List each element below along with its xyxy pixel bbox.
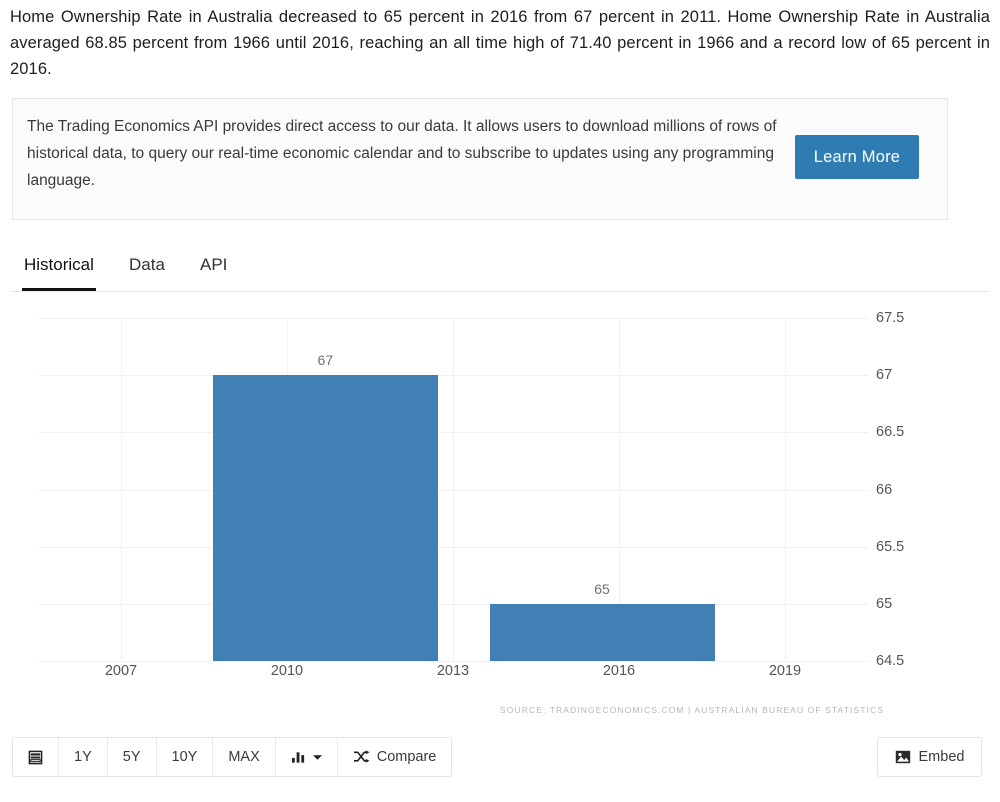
tab-api[interactable]: API [198,248,229,291]
y-axis-tick-label: 65.5 [876,538,905,555]
chart-bar[interactable] [489,603,715,661]
chart-bar-value-label: 65 [594,580,610,597]
chart-gridline-vertical [453,318,454,661]
embed-label: Embed [918,749,965,765]
shuffle-icon [353,750,370,764]
summary-paragraph: Home Ownership Rate in Australia decreas… [10,8,990,78]
x-axis-tick-label: 2010 [270,663,304,679]
api-promo-box: The Trading Economics API provides direc… [12,98,948,220]
chart-toolbar: 1Y 5Y 10Y MAX Compare [12,737,453,777]
compare-label: Compare [376,749,437,765]
learn-more-button[interactable]: Learn More [795,135,919,179]
x-axis-tick-label: 2019 [768,663,802,679]
y-axis-tick-label: 67.5 [876,310,905,326]
y-axis-tick-label: 66.5 [876,424,905,441]
range-max-button[interactable]: MAX [213,738,276,776]
x-axis-tick-label: 2007 [104,663,138,679]
calendar-list-icon [28,750,43,765]
chart-bar[interactable] [212,375,438,661]
calendar-range-button[interactable] [13,738,59,776]
y-axis-tick-label: 65 [876,595,893,612]
chart-plot-area[interactable] [38,318,868,662]
y-axis-tick-label: 67 [876,367,893,384]
api-promo-text: The Trading Economics API provides direc… [27,118,777,189]
chart-bar-value-label: 67 [317,352,334,369]
y-axis-tick-label: 64.5 [876,653,905,669]
y-axis-tick-label: 66 [876,481,893,498]
x-axis-tick-label: 2016 [602,663,636,679]
compare-button[interactable]: Compare [337,738,452,776]
chevron-down-icon [312,754,322,761]
bar-chart-icon [291,750,306,764]
tab-bar: Historical Data API [10,248,990,292]
range-10y-button[interactable]: 10Y [156,738,214,776]
range-1y-button[interactable]: 1Y [59,738,108,776]
range-5y-button[interactable]: 5Y [107,738,157,776]
chart-gridline-vertical [121,318,122,661]
tab-data[interactable]: Data [127,248,167,291]
historical-chart[interactable]: SOURCE: TRADINGECONOMICS.COM | AUSTRALIA… [0,296,1000,726]
chart-type-dropdown[interactable] [275,738,338,776]
x-axis-tick-label: 2013 [436,663,470,679]
chart-source-note: SOURCE: TRADINGECONOMICS.COM | AUSTRALIA… [500,705,884,715]
chart-gridline-horizontal [38,661,868,662]
tab-historical[interactable]: Historical [22,248,96,291]
chart-gridline-vertical [785,318,786,661]
embed-button[interactable]: Embed [877,737,982,777]
image-icon [895,750,911,764]
